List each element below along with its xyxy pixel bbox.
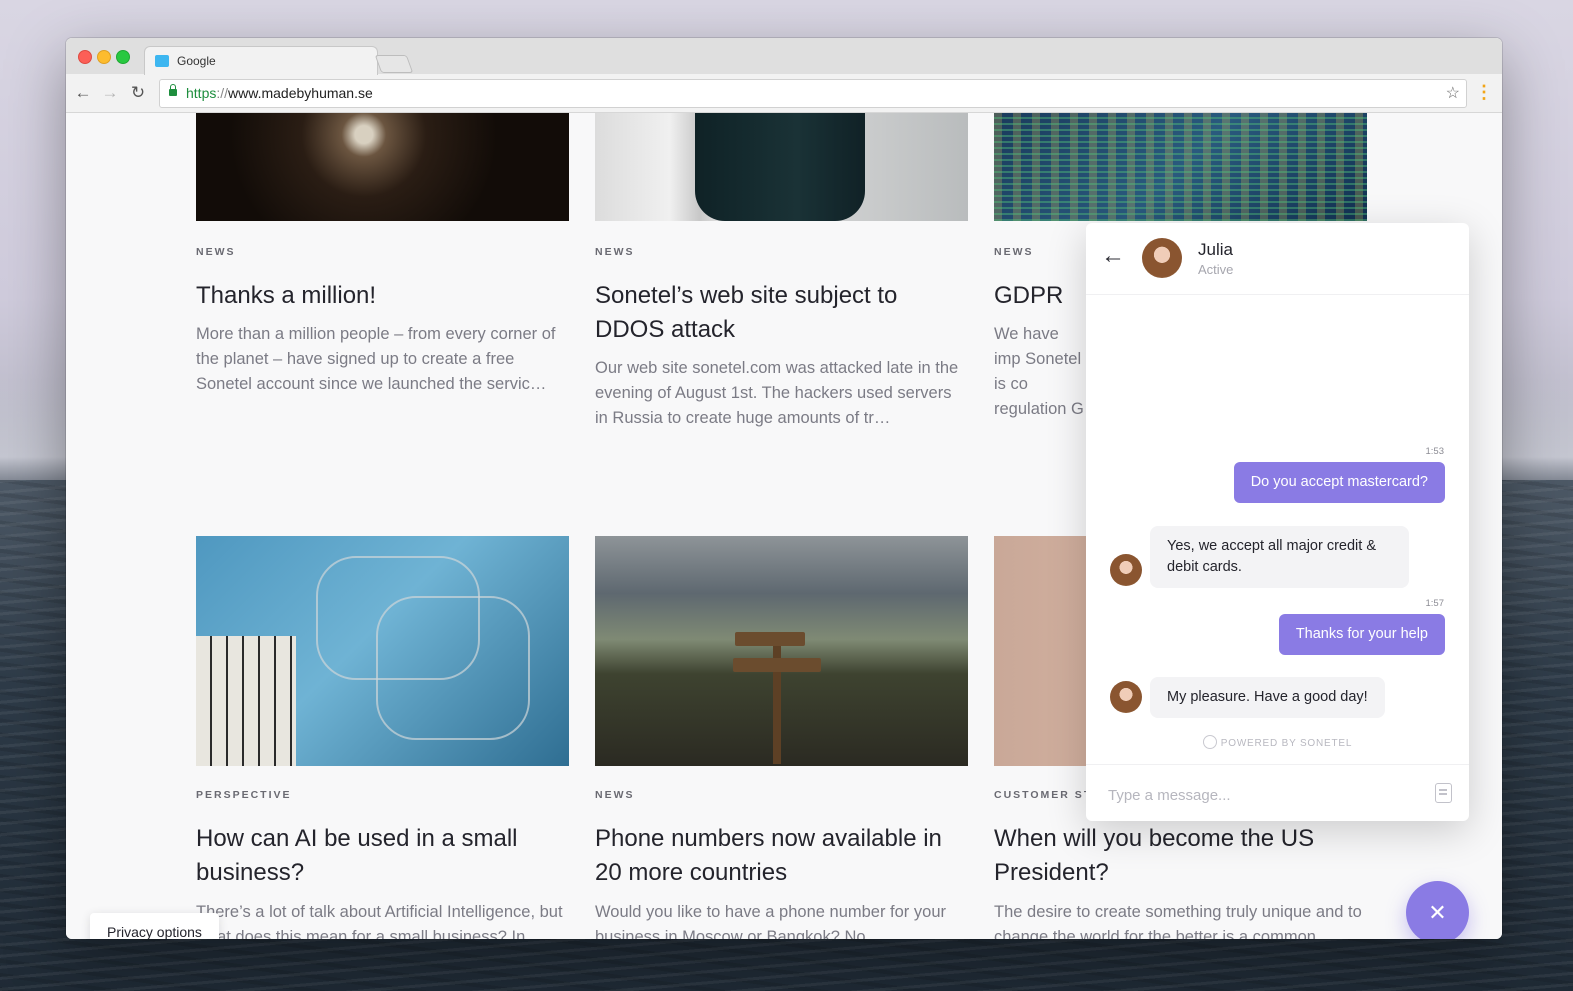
message-timestamp: 1:53 (1425, 446, 1445, 457)
agent-message: My pleasure. Have a good day! (1150, 677, 1385, 718)
article-image[interactable] (595, 536, 968, 766)
reload-icon[interactable]: ↻ (127, 82, 149, 104)
url-protocol: https (186, 85, 217, 101)
article-excerpt: Our web site sonetel.com was attacked la… (595, 359, 959, 427)
article-excerpt: There’s a lot of talk about Artificial I… (196, 903, 563, 939)
attachment-icon[interactable] (1435, 783, 1452, 803)
minimize-window-button[interactable] (97, 50, 111, 64)
article-category: NEWS (994, 246, 1034, 258)
lock-icon (169, 84, 177, 96)
user-message: Do you accept mastercard? (1233, 462, 1445, 503)
signpost-sign (735, 632, 805, 646)
address-bar[interactable]: https://www.madebyhuman.se ☆ (159, 79, 1467, 108)
close-window-button[interactable] (78, 50, 92, 64)
avatar (1110, 554, 1142, 586)
kebab-menu-icon[interactable]: ⋮ (1475, 82, 1493, 104)
article-title[interactable]: Sonetel’s web site subject to DDOS attac… (595, 279, 968, 347)
page-viewport: NEWS Thanks a million! More than a milli… (66, 113, 1502, 939)
url-text[interactable]: https://www.madebyhuman.se (186, 85, 373, 101)
new-tab-button[interactable] (374, 55, 414, 73)
hooded-figure (695, 113, 865, 221)
browser-chrome: Google ← → ↻ https://www.madebyhuman.se … (66, 38, 1502, 113)
article-title[interactable]: How can AI be used in a small business? (196, 822, 569, 890)
article-excerpt: The desire to create something truly uni… (994, 903, 1362, 939)
arrow-right-icon[interactable]: → (99, 82, 121, 104)
agent-name: Julia (1198, 240, 1233, 259)
close-icon: ✕ (1428, 900, 1447, 925)
article-image[interactable] (595, 113, 968, 221)
user-message: Thanks for your help (1278, 614, 1445, 655)
tab-title: Google (177, 54, 216, 68)
sonetel-logo-icon (1202, 735, 1217, 749)
chat-composer (1086, 764, 1469, 822)
signpost (773, 636, 781, 764)
url-separator: :// (216, 85, 229, 101)
close-chat-button[interactable]: ✕ (1406, 881, 1469, 939)
url-host: www.madebyhuman.se (228, 85, 373, 101)
article-excerpt: We have imp Sonetel is co regulation G (994, 325, 1084, 418)
message-input[interactable] (1106, 781, 1410, 809)
article-excerpt: More than a million people – from every … (196, 325, 556, 393)
browser-window: Google ← → ↻ https://www.madebyhuman.se … (66, 38, 1502, 939)
article-category: PERSPECTIVE (196, 789, 292, 801)
article-category: NEWS (595, 789, 635, 801)
article-image[interactable] (994, 113, 1367, 221)
avatar (1110, 681, 1142, 713)
back-arrow-icon[interactable]: ← (1100, 243, 1126, 269)
article-category: NEWS (595, 246, 635, 258)
maximize-window-button[interactable] (116, 50, 130, 64)
robot-arm-cables (376, 596, 530, 740)
powered-by-label: POWERED BY SONETEL (1220, 738, 1353, 749)
chat-widget: ← Julia Active 1:53 Do you accept master… (1086, 223, 1469, 821)
article-image[interactable] (196, 113, 569, 221)
agent-message: Yes, we accept all major credit & debit … (1150, 526, 1409, 588)
article-title[interactable]: Thanks a million! (196, 279, 569, 313)
arrow-left-icon[interactable]: ← (72, 82, 94, 104)
article-title[interactable]: When will you become the US President? (994, 822, 1367, 890)
tab-strip: Google (66, 38, 1502, 75)
privacy-options-button[interactable]: Privacy options (90, 913, 219, 939)
signpost-sign (733, 658, 821, 672)
article-image[interactable] (196, 536, 569, 766)
chat-header: ← Julia Active (1086, 223, 1469, 295)
article-excerpt: Would you like to have a phone number fo… (595, 903, 946, 939)
article-category: NEWS (196, 246, 236, 258)
agent-status: Active (1198, 262, 1234, 277)
powered-by[interactable]: POWERED BY SONETEL (1086, 735, 1469, 749)
article-title[interactable]: Phone numbers now available in 20 more c… (595, 822, 968, 890)
message-timestamp: 1:57 (1425, 598, 1445, 609)
browser-tab[interactable]: Google (144, 46, 378, 75)
avatar (1142, 238, 1182, 278)
favicon-icon (155, 55, 169, 67)
star-icon[interactable]: ☆ (1446, 83, 1460, 103)
